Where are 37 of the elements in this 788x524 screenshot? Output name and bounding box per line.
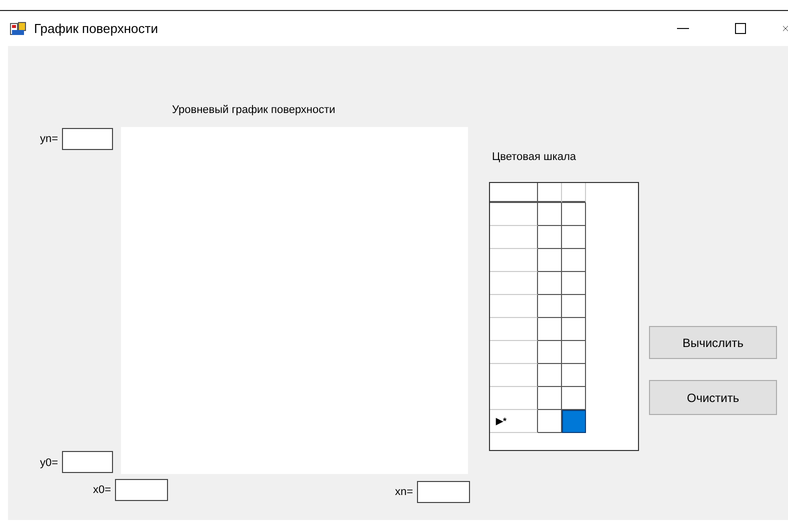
close-icon[interactable]	[783, 23, 788, 34]
field-label: x0=	[93, 484, 112, 496]
table-cell[interactable]	[562, 203, 586, 226]
minimize-icon[interactable]	[677, 28, 689, 30]
table-cell[interactable]	[538, 226, 562, 249]
table-cell[interactable]	[562, 341, 586, 364]
app-icon	[10, 20, 26, 36]
field-label: xn=	[394, 486, 413, 498]
color-scale-label: Цветовая шкала	[492, 150, 578, 165]
table-cell[interactable]	[538, 295, 562, 318]
table-cell[interactable]	[562, 364, 586, 387]
table-cell[interactable]	[538, 249, 562, 272]
table-cell[interactable]	[538, 341, 562, 364]
table-cell[interactable]	[538, 203, 562, 226]
input-field[interactable]	[115, 479, 168, 501]
table-cell[interactable]	[538, 318, 562, 341]
window-title: График поверхности	[34, 21, 158, 36]
table-cell[interactable]	[562, 249, 586, 272]
action-button[interactable]: Очистить	[649, 380, 777, 415]
maximize-icon[interactable]	[735, 23, 746, 34]
table-cell[interactable]	[562, 226, 586, 249]
table-cell[interactable]	[538, 410, 562, 433]
input-field[interactable]	[62, 128, 113, 150]
table-cell[interactable]	[538, 272, 562, 295]
table-cell[interactable]	[562, 318, 586, 341]
table-cell[interactable]	[538, 387, 562, 410]
table-cell[interactable]	[562, 272, 586, 295]
input-field[interactable]	[62, 451, 113, 473]
table-cell[interactable]	[562, 295, 586, 318]
table-cell[interactable]	[562, 410, 586, 433]
field-label: y0=	[40, 456, 58, 468]
plot-title: Уровневый график поверхности	[172, 103, 336, 118]
table-cell[interactable]	[538, 364, 562, 387]
action-button[interactable]: Вычислить	[649, 326, 777, 359]
field-label: yn=	[40, 133, 58, 145]
table-cell[interactable]	[562, 387, 586, 410]
input-field[interactable]	[417, 481, 470, 503]
